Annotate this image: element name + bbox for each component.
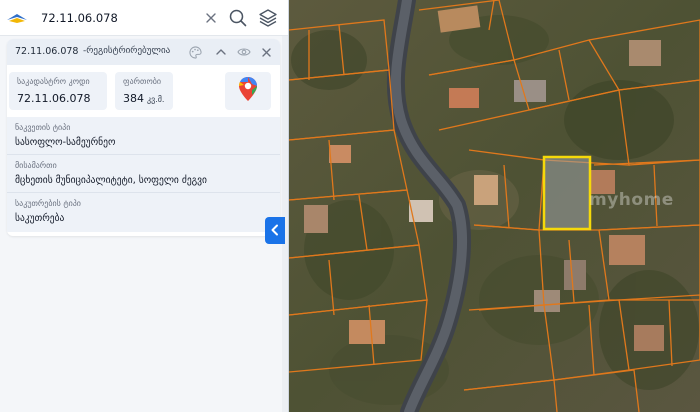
map-watermark: myhome (589, 190, 674, 210)
ownership-type-label: საკუთრების ტიპი (15, 199, 81, 208)
search-input[interactable] (41, 8, 191, 28)
cadastral-code-value: 72.11.06.078 (17, 92, 91, 105)
detail-row-parcel-type: ნაკვეთის ტიპი სასოფლო-სამეურნეო (7, 117, 280, 155)
google-maps-icon (239, 77, 257, 105)
selected-parcel[interactable] (542, 155, 592, 231)
parcel-details: ნაკვეთის ტიპი სასოფლო-სამეურნეო მისამართ… (7, 117, 280, 232)
detail-row-ownership-type: საკუთრების ტიპი საკუთრება (7, 193, 280, 231)
eye-icon[interactable] (236, 44, 252, 60)
parcel-code-title: 72.11.06.078 (15, 46, 79, 57)
area-value-wrap: 384 კვ.მ. (123, 92, 164, 105)
parcel-card-header: 72.11.06.078 -რეგისტრირებულია (7, 39, 280, 65)
ownership-type-value: საკუთრება (15, 213, 65, 224)
collapse-panel-button[interactable] (265, 217, 285, 244)
area-unit: კვ.მ. (147, 95, 165, 104)
search-bar (0, 0, 288, 36)
detail-row-address: მისამართი მცხეთის მუნიციპალიტეტი, სოფელი… (7, 155, 280, 193)
address-value: მცხეთის მუნიციპალიტეტი, სოფელი ძეგვი (15, 175, 207, 186)
parcel-type-label: ნაკვეთის ტიპი (15, 123, 71, 132)
palette-icon[interactable] (187, 44, 203, 60)
map-view[interactable]: myhome (289, 0, 700, 412)
area-value: 384 (123, 92, 144, 105)
area-label: ფართობი (123, 77, 162, 86)
search-icon[interactable] (226, 6, 250, 30)
logo-icon[interactable] (0, 0, 34, 36)
address-label: მისამართი (15, 161, 57, 170)
side-panel: 72.11.06.078 -რეგისტრირებულია საკადასტრო… (0, 0, 289, 412)
clear-icon[interactable] (199, 6, 223, 30)
parcel-type-value: სასოფლო-სამეურნეო (15, 137, 116, 148)
area-box: ფართობი 384 კვ.მ. (115, 72, 173, 110)
close-icon[interactable] (258, 44, 274, 60)
google-maps-button[interactable] (225, 72, 271, 110)
registration-status: -რეგისტრირებულია (83, 46, 171, 56)
cadastral-code-label: საკადასტრო კოდი (17, 77, 90, 86)
cadastral-code-box: საკადასტრო კოდი 72.11.06.078 (9, 72, 107, 110)
chevron-up-icon[interactable] (213, 44, 229, 60)
layers-icon[interactable] (256, 6, 280, 30)
parcel-card: 72.11.06.078 -რეგისტრირებულია საკადასტრო… (7, 39, 280, 236)
chevron-left-icon (270, 221, 280, 240)
